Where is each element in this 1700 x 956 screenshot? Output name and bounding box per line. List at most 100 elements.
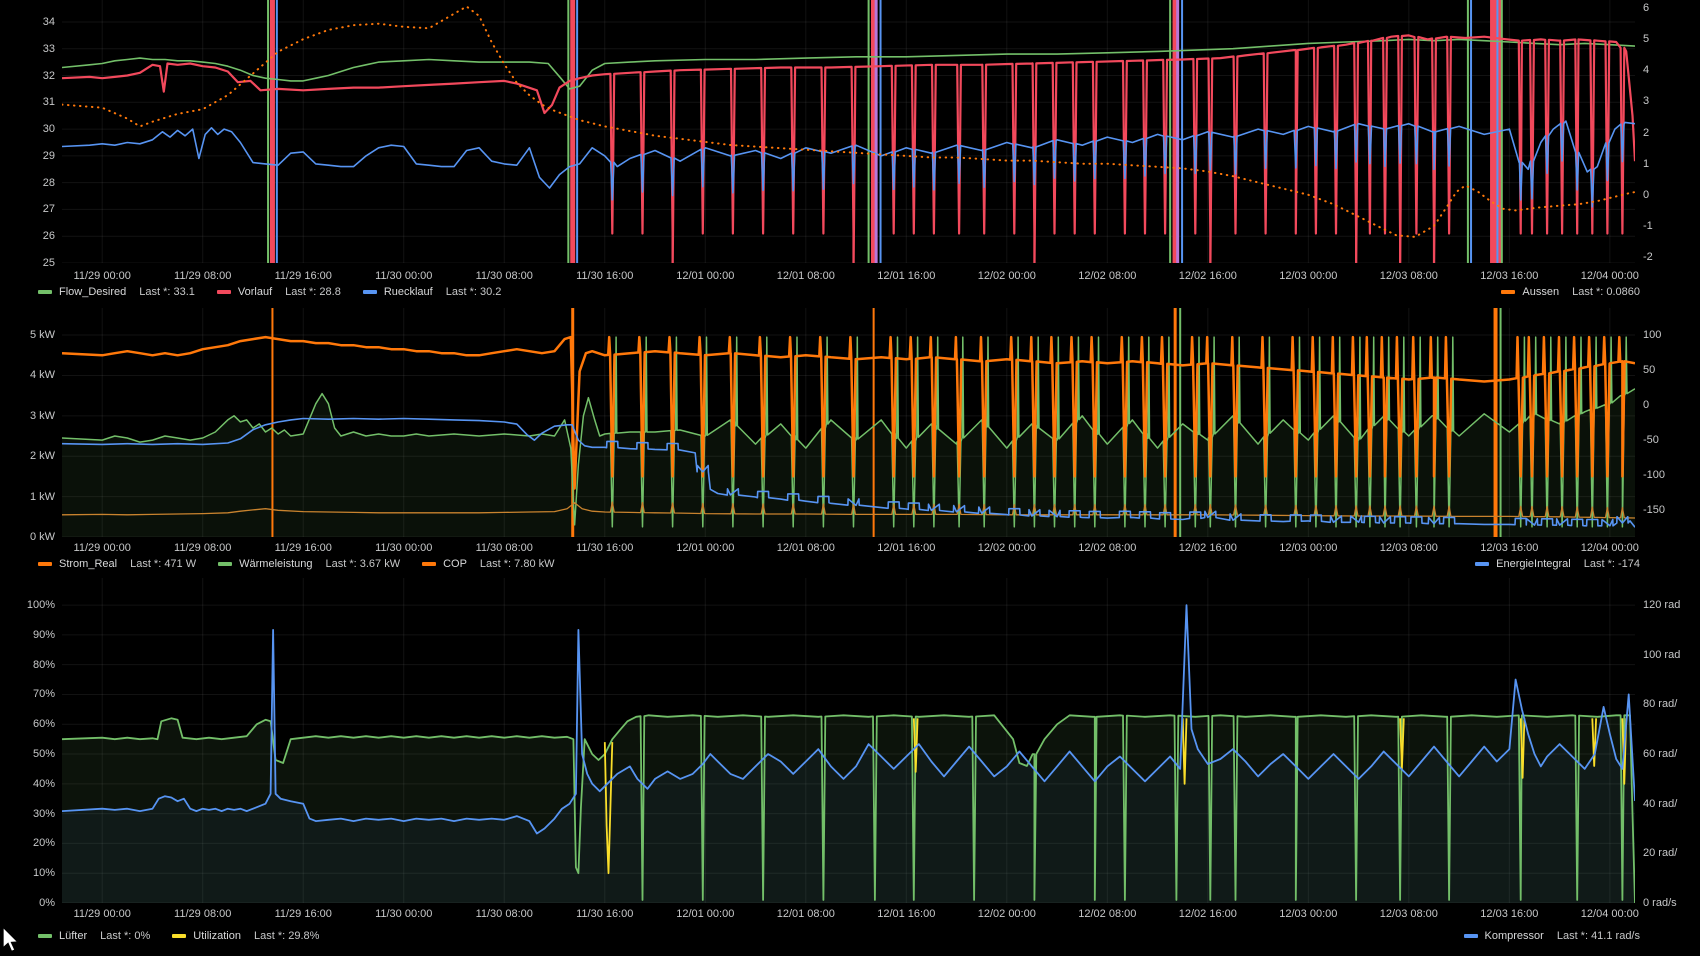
- right-axis-label: 60 rad/: [1643, 748, 1677, 760]
- x-axis-label: 11/30 16:00: [576, 270, 633, 282]
- x-axis-label: 12/02 16:00: [1179, 908, 1237, 920]
- temperatures-plot[interactable]: [62, 0, 1635, 263]
- legend-label: COP: [443, 558, 467, 570]
- x-axis-label: 11/30 08:00: [476, 270, 533, 282]
- x-axis-label: 12/03 08:00: [1380, 542, 1438, 554]
- legend-item-Flow_Desired[interactable]: Flow_DesiredLast *: 33.1: [38, 286, 195, 298]
- legend-label: Kompressor: [1485, 930, 1544, 942]
- x-axis-label: 11/29 00:00: [74, 542, 131, 554]
- left-axis-label: 27: [0, 203, 55, 215]
- right-axis-label: 0: [1643, 399, 1649, 411]
- x-axis-label: 11/30 00:00: [375, 542, 432, 554]
- left-axis-label: 33: [0, 43, 55, 55]
- right-axis-label: -150: [1643, 504, 1665, 516]
- x-axis-label: 11/30 16:00: [576, 542, 633, 554]
- x-axis-label: 11/29 00:00: [74, 908, 131, 920]
- right-axis-label: 100 rad: [1643, 649, 1680, 661]
- x-axis-label: 11/29 00:00: [74, 270, 131, 282]
- legend-swatch: [218, 562, 232, 566]
- left-axis-label: 4 kW: [0, 369, 55, 381]
- legend-item-Kompressor[interactable]: KompressorLast *: 41.1 rad/s: [1464, 930, 1640, 942]
- x-axis-label: 12/01 00:00: [676, 542, 734, 554]
- right-axis-label: 50: [1643, 364, 1655, 376]
- legend-item-COP[interactable]: COPLast *: 7.80 kW: [422, 558, 554, 570]
- legend-item-Vorlauf[interactable]: VorlaufLast *: 28.8: [217, 286, 341, 298]
- drive-plot[interactable]: [62, 578, 1635, 903]
- x-axis-label: 12/02 16:00: [1179, 270, 1237, 282]
- legend-group-left: Strom_RealLast *: 471 W WärmeleistungLast…: [38, 558, 555, 570]
- x-axis-label: 12/04 00:00: [1581, 908, 1639, 920]
- x-axis-label: 11/29 08:00: [174, 270, 231, 282]
- legend-label: Aussen: [1522, 286, 1559, 298]
- left-axis-label: 40%: [0, 778, 55, 790]
- legend-swatch: [1475, 562, 1489, 566]
- legend-swatch: [38, 290, 52, 294]
- x-axis-label: 12/03 08:00: [1380, 270, 1438, 282]
- legend-last-value: Last *: 29.8%: [254, 930, 319, 942]
- left-axis-label: 3 kW: [0, 410, 55, 422]
- x-axis-label: 11/29 08:00: [174, 908, 231, 920]
- x-axis-label: 12/01 16:00: [877, 542, 935, 554]
- legend-label: Lüfter: [59, 930, 87, 942]
- left-axis-label: 20%: [0, 837, 55, 849]
- left-axis-label: 5 kW: [0, 329, 55, 341]
- x-axis-label: 12/03 16:00: [1480, 270, 1538, 282]
- x-axis-label: 12/01 16:00: [877, 270, 935, 282]
- x-axis-label: 12/02 00:00: [978, 542, 1036, 554]
- x-axis-label: 12/02 00:00: [978, 270, 1036, 282]
- x-axis-label: 11/30 16:00: [576, 908, 633, 920]
- x-axis-label: 12/03 00:00: [1279, 542, 1337, 554]
- x-axis-label: 12/03 08:00: [1380, 908, 1438, 920]
- right-axis-label: 20 rad/: [1643, 847, 1677, 859]
- left-axis-label: 80%: [0, 659, 55, 671]
- right-axis-label: 0: [1643, 189, 1649, 201]
- right-axis-label: 1: [1643, 158, 1649, 170]
- right-axis-label: -50: [1643, 434, 1659, 446]
- left-axis-label: 1 kW: [0, 491, 55, 503]
- legend-label: Strom_Real: [59, 558, 117, 570]
- right-axis-label: -1: [1643, 220, 1653, 232]
- legend-last-value: Last *: -174: [1584, 558, 1640, 570]
- x-axis-label: 12/02 08:00: [1078, 270, 1136, 282]
- left-axis-label: 32: [0, 70, 55, 82]
- left-axis-label: 2 kW: [0, 450, 55, 462]
- legend-swatch: [1501, 290, 1515, 294]
- right-axis-label: 5: [1643, 33, 1649, 45]
- legend-label: Vorlauf: [238, 286, 272, 298]
- left-axis-label: 26: [0, 230, 55, 242]
- x-axis-label: 12/01 16:00: [877, 908, 935, 920]
- left-axis-label: 60%: [0, 718, 55, 730]
- legend-item-Lüfter[interactable]: LüfterLast *: 0%: [38, 930, 150, 942]
- legend-item-Wärmeleistung[interactable]: WärmeleistungLast *: 3.67 kW: [218, 558, 400, 570]
- x-axis-label: 11/30 08:00: [476, 542, 533, 554]
- legend-item-Aussen[interactable]: AussenLast *: 0.0860: [1501, 286, 1640, 298]
- left-axis-label: 100%: [0, 599, 55, 611]
- right-axis-label: 4: [1643, 64, 1649, 76]
- legend-item-Ruecklauf[interactable]: RuecklaufLast *: 30.2: [363, 286, 502, 298]
- legend-swatch: [363, 290, 377, 294]
- right-axis-label: -100: [1643, 469, 1665, 481]
- x-axis-label: 12/03 16:00: [1480, 542, 1538, 554]
- right-axis-label: 80 rad/: [1643, 698, 1677, 710]
- legend-group-right: KompressorLast *: 41.1 rad/s: [1464, 930, 1640, 942]
- left-axis-label: 30%: [0, 808, 55, 820]
- right-axis-label: 40 rad/: [1643, 798, 1677, 810]
- legend-item-Strom_Real[interactable]: Strom_RealLast *: 471 W: [38, 558, 196, 570]
- x-axis-label: 12/01 08:00: [777, 908, 835, 920]
- legend-swatch: [217, 290, 231, 294]
- power-plot[interactable]: [62, 308, 1635, 537]
- x-axis-label: 12/02 00:00: [978, 908, 1036, 920]
- x-axis-label: 12/04 00:00: [1581, 270, 1639, 282]
- legend-item-EnergieIntegral[interactable]: EnergieIntegralLast *: -174: [1475, 558, 1640, 570]
- x-axis-label: 12/02 08:00: [1078, 908, 1136, 920]
- legend-group-left: LüfterLast *: 0% Utilization Last *: 29.8%: [38, 930, 319, 942]
- legend-group-right: AussenLast *: 0.0860: [1501, 286, 1640, 298]
- left-axis-label: 28: [0, 177, 55, 189]
- legend-label: Utilization: [193, 930, 241, 942]
- right-axis-label: 3: [1643, 95, 1649, 107]
- right-axis-label: 120 rad: [1643, 599, 1680, 611]
- x-axis-label: 12/03 00:00: [1279, 270, 1337, 282]
- legend-item-Utilization[interactable]: Utilization Last *: 29.8%: [172, 930, 319, 942]
- x-axis-label: 11/30 00:00: [375, 908, 432, 920]
- grafana-dashboard: 25262728293031323334-2-1012345611/29 00:…: [0, 0, 1700, 956]
